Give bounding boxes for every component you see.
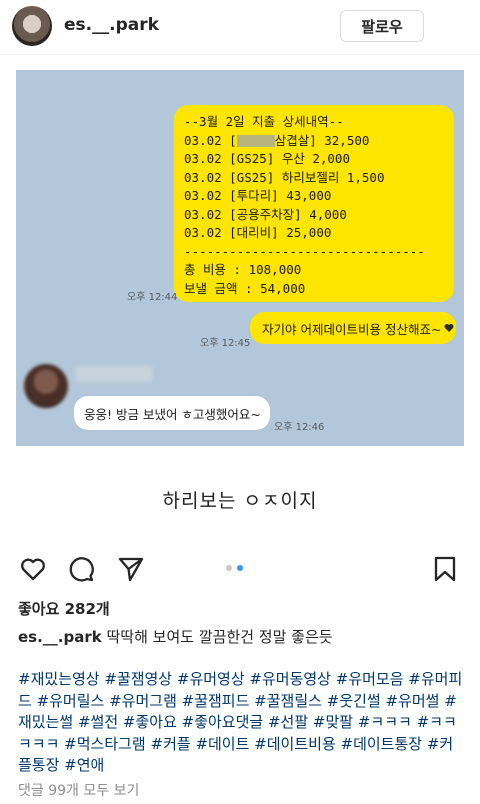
- receipt-line: 03.02 [GS25] 하리보젤리 1,500: [184, 169, 385, 185]
- post-header: es.__.park 팔로우: [0, 0, 480, 54]
- receipt-line: --------------------------------: [184, 243, 425, 259]
- receipt-line: 03.02 [대리비] 25,000: [184, 225, 332, 240]
- share-icon[interactable]: [116, 554, 146, 584]
- message-time: 오후 12:46: [274, 422, 325, 433]
- carousel-indicator: [226, 565, 243, 571]
- avatar[interactable]: [12, 6, 52, 46]
- receipt-line: 보낼 금액 : 54,000: [184, 280, 306, 296]
- media-caption: 하리보는 ㅇㅈ이지: [162, 490, 318, 512]
- message-time: 오후 12:45: [200, 338, 251, 349]
- bookmark-icon[interactable]: [430, 554, 460, 584]
- receipt-line: 03.02 [투다리] 43,000: [184, 188, 332, 203]
- censored-text: [236, 135, 275, 147]
- receipt-line: 03.02 [GS25] 우산 2,000: [184, 151, 350, 166]
- view-comments-link[interactable]: 댓글 99개 모두 보기: [18, 780, 139, 800]
- message-time: 오후 12:44: [127, 292, 178, 303]
- comment-icon[interactable]: [66, 554, 96, 584]
- heart-icon[interactable]: [18, 554, 48, 584]
- receipt-bubble: --3월 2일 지출 상세내역-- 03.02 [삼겹살] 32,500 03.…: [174, 105, 454, 302]
- heart-icon: [444, 324, 454, 332]
- friend-avatar-blurred: [24, 364, 68, 408]
- receipt-line: --3월 2일 지출 상세내역--: [184, 114, 344, 129]
- receipt-line: 03.02 [공용주차장] 4,000: [184, 206, 347, 222]
- reply-bubble: 자기야 어제데이트비용 정산해죠~: [250, 312, 456, 344]
- carousel-dot-active: [237, 565, 243, 571]
- carousel-dot: [226, 565, 232, 571]
- header-divider: [0, 54, 480, 55]
- follow-button[interactable]: 팔로우: [340, 10, 424, 42]
- action-bar: [0, 552, 480, 588]
- chat-screenshot: --3월 2일 지출 상세내역-- 03.02 [삼겹살] 32,500 03.…: [16, 70, 464, 446]
- username[interactable]: es.__.park: [64, 15, 159, 35]
- hashtags[interactable]: #재밌는영상 #꿀잼영상 #유머영상 #유머동영상 #유머모음 #유머피드 #유…: [18, 669, 466, 777]
- receipt-line: 총 비용 : 108,000: [184, 262, 302, 277]
- caption-username[interactable]: es.__.park: [18, 628, 102, 646]
- friend-name-blurred: [76, 366, 152, 382]
- reply-text: 자기야 어제데이트비용 정산해죠~: [262, 321, 442, 337]
- incoming-bubble: 웅웅! 방금 보냈어 ㅎ고생했어요~: [74, 396, 270, 430]
- like-count[interactable]: 좋아요 282개: [18, 598, 110, 619]
- receipt-line: 03.02 [삼겹살] 32,500: [184, 132, 370, 148]
- caption-text: 딱딱해 보여도 깔끔한건 정말 좋은듯: [101, 628, 333, 646]
- post-caption: es.__.park 딱딱해 보여도 깔끔한건 정말 좋은듯: [18, 626, 468, 647]
- post-media[interactable]: --3월 2일 지출 상세내역-- 03.02 [삼겹살] 32,500 03.…: [0, 62, 480, 532]
